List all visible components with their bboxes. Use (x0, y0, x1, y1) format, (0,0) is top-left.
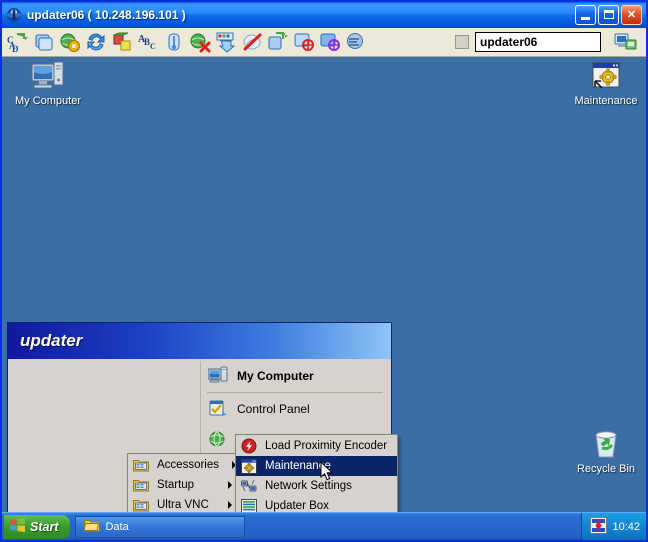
window-controls: ✕ (575, 5, 642, 25)
vnc-icon (6, 7, 22, 23)
desktop-icon-recycle-bin[interactable]: Recycle Bin (568, 427, 644, 476)
menu-item-label: Accessories (157, 459, 219, 471)
recycle-bin-icon (568, 427, 644, 461)
file-transfer-icon[interactable] (213, 30, 238, 55)
disconnect-icon[interactable] (187, 30, 212, 55)
no-connection-icon[interactable] (239, 30, 264, 55)
desktop-icon-maintenance[interactable]: Maintenance (568, 59, 644, 108)
menu-item-startup[interactable]: Startup (128, 475, 236, 495)
list-icon (240, 497, 258, 512)
desktop-icon-my-computer[interactable]: My Computer (10, 59, 86, 108)
vnc-tray-icon[interactable] (590, 516, 608, 537)
send-keys-icon[interactable] (265, 30, 290, 55)
menu-item-accessories[interactable]: Accessories (128, 455, 236, 475)
desktop-icon-label: Maintenance (574, 95, 638, 107)
taskbar-item-data[interactable]: Data (75, 515, 246, 538)
chevron-right-icon (228, 481, 232, 489)
new-connection-icon[interactable] (109, 30, 134, 55)
start-menu-item-label: Control Panel (237, 402, 310, 416)
remote-desktop[interactable]: My Computer Maintenance Recycle Bin upda… (2, 57, 646, 512)
start-menu-header: updater (8, 323, 391, 361)
connection-info-icon[interactable] (57, 30, 82, 55)
menu-item-updater-box[interactable]: Updater Box (236, 496, 397, 512)
menu-item-label: Updater Box (265, 500, 329, 512)
menu-item-ultra-vnc[interactable]: Ultra VNC (128, 495, 236, 512)
window-title: updater06 ( 10.248.196.101 ) (27, 8, 186, 22)
connection-options-icon[interactable]: C A D (5, 30, 30, 55)
computer-icon (207, 365, 229, 387)
vnc-viewer-window: updater06 ( 10.248.196.101 ) ✕ C A D A B… (0, 0, 648, 542)
menu-item-label: Load Proximity Encoder (265, 440, 388, 452)
connect-icon[interactable] (611, 28, 641, 56)
computer-icon (10, 59, 86, 93)
start-menu-item-my-computer[interactable]: My Computer (201, 361, 391, 391)
windows-flag-icon (9, 517, 26, 536)
chat-icon[interactable] (343, 30, 368, 55)
scale-out-icon[interactable] (317, 30, 342, 55)
start-menu-item-label: My Computer (237, 369, 314, 383)
start-menu-item-control-panel[interactable]: Control Panel (201, 394, 391, 424)
maximize-button[interactable] (598, 5, 619, 25)
red-lightning-icon (240, 437, 258, 455)
refresh-icon[interactable] (83, 30, 108, 55)
maintenance-gear-icon (240, 457, 258, 475)
close-button[interactable]: ✕ (621, 5, 642, 25)
taskbar-item-label: Data (105, 520, 129, 533)
globe-icon (207, 428, 229, 450)
menu-item-label: Maintenance (265, 460, 331, 472)
menu-item-maintenance[interactable]: Maintenance (236, 456, 397, 476)
folder-icon (132, 476, 150, 494)
send-text-icon[interactable]: A B C (135, 30, 160, 55)
menu-item-label: Network Settings (265, 480, 352, 492)
scale-in-icon[interactable] (291, 30, 316, 55)
taskbar: Start Data 10:42 (2, 512, 646, 541)
chevron-right-icon (228, 501, 232, 509)
menu-item-label: Ultra VNC (157, 499, 209, 511)
toolbar-blank-button[interactable] (455, 35, 469, 49)
start-menu-separator (207, 392, 383, 393)
network-icon (240, 477, 258, 495)
host-input[interactable]: updater06 (475, 32, 601, 52)
start-menu-username: updater (20, 331, 83, 350)
programs-submenu: Accessories Startup Ultra VNC (127, 453, 237, 512)
svg-text:D: D (12, 44, 19, 53)
window-titlebar: updater06 ( 10.248.196.101 ) ✕ (2, 2, 646, 28)
vnc-toolbar: C A D A B C updater06 (2, 28, 646, 57)
control-panel-icon (207, 398, 229, 420)
taskbar-task-list: Data (75, 515, 246, 538)
maintenance-gear-icon (568, 59, 644, 93)
folder-icon (132, 456, 150, 474)
menu-item-load-proximity-encoder[interactable]: Load Proximity Encoder (236, 436, 397, 456)
taskbar-clock: 10:42 (612, 520, 640, 533)
system-tray: 10:42 (581, 512, 646, 541)
menu-item-label: Startup (157, 479, 195, 491)
start-button-label: Start (30, 519, 59, 534)
updater-submenu: Load Proximity Encoder Maintenance Netwo… (235, 434, 398, 512)
svg-text:C: C (150, 42, 156, 51)
desktop-icon-label: Recycle Bin (576, 463, 636, 475)
full-screen-icon[interactable] (31, 30, 56, 55)
start-button[interactable]: Start (4, 514, 71, 539)
folder-icon (132, 496, 150, 512)
folder-icon (83, 518, 101, 535)
toolbar-icon-group: C A D A B C (2, 30, 368, 55)
options-icon[interactable] (161, 30, 186, 55)
minimize-button[interactable] (575, 5, 596, 25)
menu-item-network-settings[interactable]: Network Settings (236, 476, 397, 496)
desktop-icon-label: My Computer (14, 95, 82, 107)
